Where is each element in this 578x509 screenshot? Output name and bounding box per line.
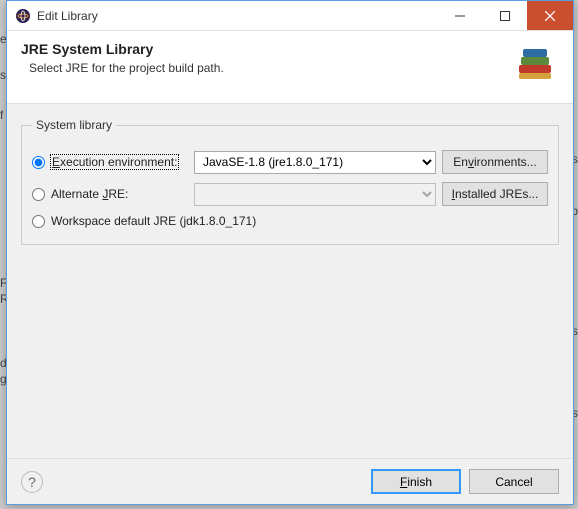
finish-button[interactable]: Finish	[371, 469, 461, 494]
alternate-jre-combo	[194, 183, 436, 206]
library-books-icon	[511, 41, 559, 89]
dialog-content: System library Execution environment: Ja…	[7, 104, 573, 458]
eclipse-icon	[15, 8, 31, 24]
alternate-jre-row: Alternate JRE: Installed JREs...	[32, 182, 548, 206]
workspace-default-radio-label: Workspace default JRE (jdk1.8.0_171)	[51, 214, 256, 228]
workspace-default-radio-input[interactable]	[32, 215, 45, 228]
alternate-jre-radio[interactable]: Alternate JRE:	[32, 187, 188, 201]
exec-env-radio-label: Execution environment:	[51, 155, 178, 169]
cancel-button[interactable]: Cancel	[469, 469, 559, 494]
page-title: JRE System Library	[21, 41, 511, 57]
dialog-window: Edit Library JRE System Library Select J…	[6, 0, 574, 505]
window-controls	[437, 1, 573, 30]
system-library-group: System library Execution environment: Ja…	[21, 118, 559, 245]
exec-env-radio[interactable]: Execution environment:	[32, 155, 188, 169]
alternate-jre-radio-input[interactable]	[32, 188, 45, 201]
exec-env-radio-input[interactable]	[32, 156, 45, 169]
help-icon[interactable]: ?	[21, 471, 43, 493]
dialog-footer: ? Finish Cancel	[7, 458, 573, 504]
titlebar: Edit Library	[7, 1, 573, 31]
bg-text: f	[0, 108, 3, 122]
window-title: Edit Library	[37, 9, 437, 23]
dialog-header: JRE System Library Select JRE for the pr…	[7, 31, 573, 104]
exec-env-combo[interactable]: JavaSE-1.8 (jre1.8.0_171)	[194, 151, 436, 174]
dialog-header-text: JRE System Library Select JRE for the pr…	[21, 41, 511, 75]
page-subtitle: Select JRE for the project build path.	[21, 61, 511, 75]
workspace-default-radio[interactable]: Workspace default JRE (jdk1.8.0_171)	[32, 214, 256, 228]
installed-jres-button[interactable]: Installed JREs...	[442, 182, 548, 206]
close-button[interactable]	[527, 1, 573, 30]
exec-env-row: Execution environment: JavaSE-1.8 (jre1.…	[32, 150, 548, 174]
environments-button[interactable]: Environments...	[442, 150, 548, 174]
group-legend: System library	[32, 118, 116, 132]
workspace-default-row: Workspace default JRE (jdk1.8.0_171)	[32, 214, 548, 228]
minimize-button[interactable]	[437, 1, 482, 30]
maximize-button[interactable]	[482, 1, 527, 30]
alternate-jre-radio-label: Alternate JRE:	[51, 187, 128, 201]
